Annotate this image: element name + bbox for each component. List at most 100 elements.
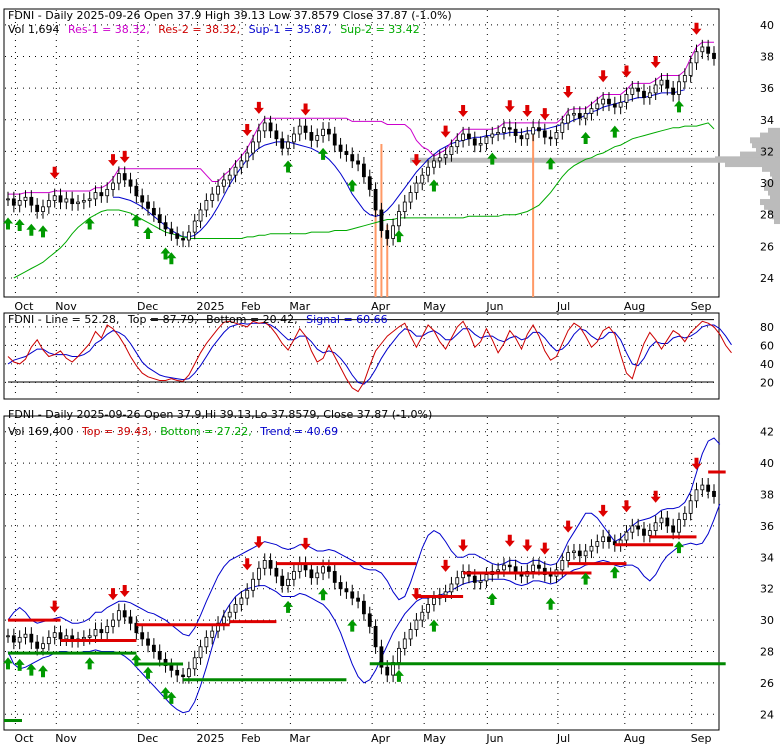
panel1-candle-body [216, 185, 220, 195]
buy-arrow [166, 691, 177, 704]
panel3-candle-body [122, 610, 127, 618]
panel1-month-label: Feb [241, 300, 260, 313]
panel1-month-label: Nov [55, 300, 77, 313]
panel3-candle-body [210, 630, 215, 638]
buy-arrow [609, 125, 620, 138]
panel3-month-label: Apr [371, 732, 391, 745]
sell-arrow [621, 65, 632, 78]
volume-bar [532, 135, 535, 297]
buy-arrow [673, 100, 684, 113]
panel3-ytick-label: 26 [760, 677, 774, 690]
buy-arrow [580, 132, 591, 145]
panel1-candle-body [46, 200, 51, 208]
panel3-candle-body [443, 591, 448, 596]
panel1-candle-body [6, 198, 10, 201]
panel3-candle-body [636, 525, 641, 530]
sell-arrow [522, 539, 533, 552]
panel2-signal: Signal = 60.66 [306, 313, 388, 326]
panel1-candle-body [157, 214, 162, 224]
panel1-title: FDNI - Daily 2025-09-26 Open 37.9 High 3… [8, 9, 452, 22]
panel3-candle-body [321, 566, 325, 574]
panel3-candle-body [93, 629, 98, 637]
panel3-candle-body [58, 632, 63, 640]
buy-arrow [131, 214, 142, 227]
panel1-candle-body [583, 113, 588, 119]
panel1-candle-body [76, 201, 80, 205]
resistance-1-line [8, 41, 714, 195]
sell-arrow [49, 600, 60, 613]
panel3-top: Top = 39.43, [81, 425, 152, 438]
panel3-candle-body [706, 484, 711, 492]
panel2-ytick-label: 80 [760, 321, 774, 334]
panel3-candle-body [186, 668, 191, 678]
panel3-month-label: Dec [137, 732, 158, 745]
panel3-ytick-label: 36 [760, 520, 774, 533]
buy-arrow [393, 669, 404, 682]
sell-arrow [539, 542, 550, 555]
panel1-month-label: Jun [485, 300, 503, 313]
panel1-candle-body [227, 174, 232, 181]
panel1-month-label: Apr [371, 300, 391, 313]
panel3-candle-body [286, 578, 290, 586]
panel1-candle-body [198, 209, 203, 222]
panel1-candle-body [251, 141, 255, 154]
panel3-candle-body [175, 669, 180, 676]
panel1-candle-body [706, 46, 711, 54]
sell-arrow [108, 154, 119, 167]
panel1-candle-body [414, 182, 419, 193]
panel3-candle-body [688, 500, 693, 514]
panel1-candle-body [175, 233, 180, 239]
panel1-month-label: Dec [137, 300, 158, 313]
panel3-candle-body [572, 550, 576, 553]
panel3-series [3, 437, 726, 723]
panel3-candle-body [23, 633, 28, 638]
sell-arrow [598, 70, 609, 83]
panel1-candle-body [665, 79, 670, 89]
panel3-candle-body [362, 600, 366, 615]
panel1-candle-body [58, 195, 63, 203]
panel3-vol: Vol 169,400 [8, 425, 73, 438]
panel1-month-label: May [423, 300, 446, 313]
sell-arrow [411, 154, 422, 167]
sell-arrow [440, 125, 451, 138]
panel1-ytick-label: 32 [760, 145, 774, 158]
panel2-bottom: Bottom = 20.42, [206, 313, 298, 326]
panel1-candle-body [379, 209, 384, 231]
panel1-candle-body [461, 133, 466, 141]
buy-arrow [428, 179, 439, 192]
sell-arrow [119, 150, 130, 163]
panel1-candle-body [99, 192, 104, 197]
panel1-candle-body [525, 133, 530, 140]
panel1-candle-body [297, 125, 302, 135]
panel2-ytick-label: 60 [760, 339, 774, 352]
panel1-series [3, 22, 780, 297]
panel1-candle-body [595, 103, 600, 110]
panel3-candle-body [397, 647, 401, 663]
panel3-month-label: Jul [556, 732, 570, 745]
panel3-candle-body [647, 530, 652, 536]
buy-arrow [14, 658, 25, 671]
panel1-month-label: Mar [289, 300, 310, 313]
panel1-candle-body [688, 62, 693, 76]
panel3-candle-body [402, 638, 407, 649]
panel3-candle-body [426, 604, 430, 613]
panel1-candle-body [128, 179, 133, 187]
panel1-candle-body [484, 136, 489, 144]
sell-arrow [563, 86, 574, 99]
panel1-candle-body [122, 173, 127, 181]
panel3-candle-body [315, 572, 320, 579]
panel1-candle-body [181, 238, 185, 241]
panel1-candle-body [432, 160, 436, 168]
panel3-candle-body [292, 571, 296, 580]
panel1-candle-body [321, 128, 325, 136]
panel3-candle-body [140, 632, 145, 640]
buy-arrow [347, 179, 358, 192]
panel3-candle-body [239, 597, 244, 605]
panel3-candle-body [420, 611, 425, 621]
panel1-candle-body [233, 166, 238, 176]
panel3-candle-body [274, 567, 279, 577]
panel1-candle-body [502, 127, 506, 133]
panel3-month-label: Feb [241, 732, 260, 745]
panel1-res1: Res-1 = 38.32, [68, 23, 150, 36]
panel3-ytick-label: 40 [760, 457, 774, 470]
